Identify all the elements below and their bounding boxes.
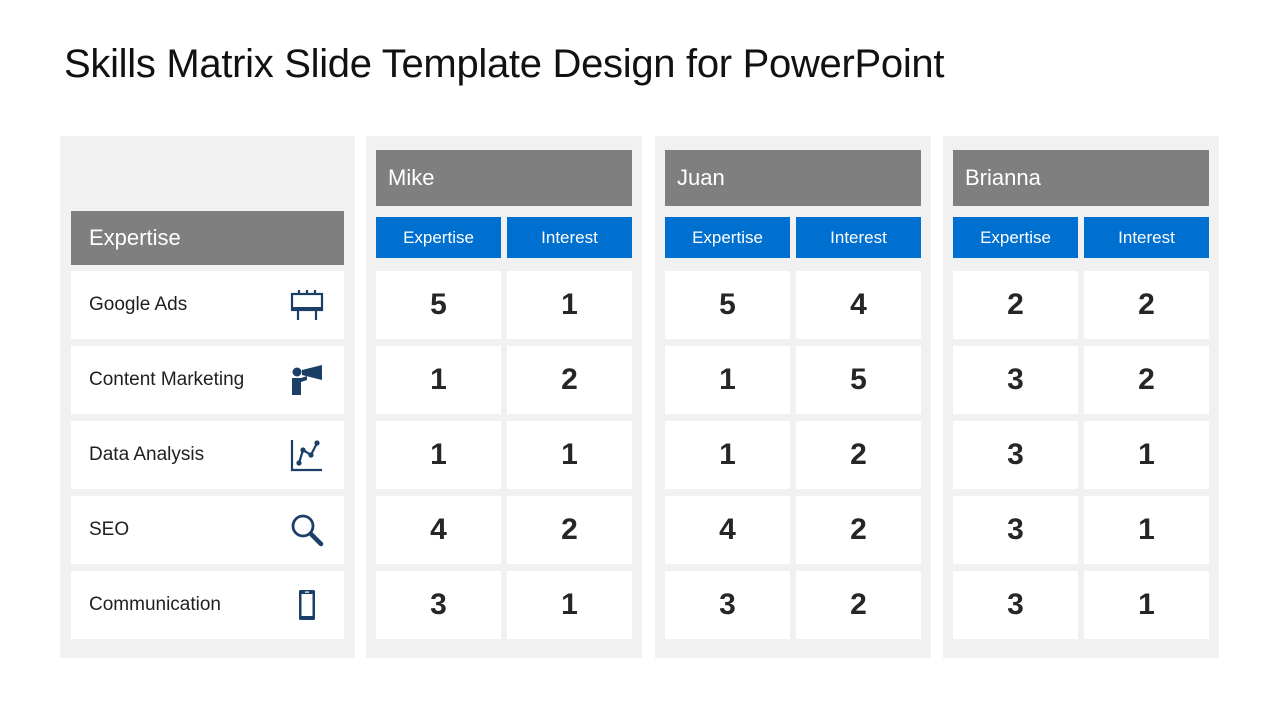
expertise-score-cell: 4: [665, 496, 790, 564]
interest-score-cell: 1: [507, 421, 632, 489]
expertise-score-cell: 1: [665, 346, 790, 414]
expertise-score-cell: 4: [376, 496, 501, 564]
interest-column-header: Interest: [507, 217, 632, 258]
person-panel-juan: Juan Expertise Interest 5 4 1 5 1 2 4 2 3 2: [655, 136, 931, 658]
expertise-score-cell: 3: [665, 571, 790, 639]
expertise-score-cell: 3: [953, 346, 1078, 414]
smartphone-icon: [290, 588, 324, 622]
interest-score-cell: 2: [1084, 271, 1209, 339]
interest-score-cell: 2: [507, 346, 632, 414]
person-panel-brianna: Brianna Expertise Interest 2 2 3 2 3 1 3 1 3 1: [943, 136, 1219, 658]
interest-column-header: Interest: [1084, 217, 1209, 258]
expertise-score-cell: 1: [376, 421, 501, 489]
interest-score-cell: 5: [796, 346, 921, 414]
expertise-score-cell: 5: [665, 271, 790, 339]
interest-score-cell: 1: [1084, 571, 1209, 639]
expertise-column-header: Expertise: [665, 217, 790, 258]
skill-row-data-analysis: Data Analysis: [71, 421, 344, 489]
interest-score-cell: 1: [1084, 496, 1209, 564]
skill-row-google-ads: Google Ads: [71, 271, 344, 339]
person-name-header: Brianna: [953, 150, 1209, 206]
expertise-score-cell: 3: [953, 571, 1078, 639]
expertise-column-header: Expertise: [953, 217, 1078, 258]
skill-row-communication: Communication: [71, 571, 344, 639]
slide-title: Skills Matrix Slide Template Design for …: [64, 42, 945, 86]
interest-score-cell: 1: [1084, 421, 1209, 489]
skill-label: SEO: [89, 519, 130, 540]
person-panel-mike: Mike Expertise Interest 5 1 1 2 1 1 4 2 3 1: [366, 136, 642, 658]
billboard-icon: [290, 288, 324, 322]
skill-label: Data Analysis: [89, 444, 205, 465]
skill-label: Google Ads: [89, 294, 188, 315]
interest-score-cell: 2: [507, 496, 632, 564]
skills-header: Expertise: [71, 211, 344, 265]
skill-label: Communication: [89, 594, 221, 615]
interest-score-cell: 1: [507, 571, 632, 639]
expertise-score-cell: 3: [376, 571, 501, 639]
interest-score-cell: 2: [796, 421, 921, 489]
interest-score-cell: 2: [796, 496, 921, 564]
megaphone-person-icon: [290, 363, 324, 397]
person-name-header: Juan: [665, 150, 921, 206]
interest-column-header: Interest: [796, 217, 921, 258]
expertise-score-cell: 1: [665, 421, 790, 489]
expertise-score-cell: 2: [953, 271, 1078, 339]
interest-score-cell: 4: [796, 271, 921, 339]
expertise-score-cell: 5: [376, 271, 501, 339]
skill-row-seo: SEO: [71, 496, 344, 564]
interest-score-cell: 1: [507, 271, 632, 339]
line-chart-icon: [290, 438, 324, 472]
magnifier-icon: [290, 513, 324, 547]
expertise-score-cell: 3: [953, 421, 1078, 489]
expertise-score-cell: 3: [953, 496, 1078, 564]
expertise-column-header: Expertise: [376, 217, 501, 258]
skill-label: Content Marketing: [89, 369, 245, 390]
interest-score-cell: 2: [1084, 346, 1209, 414]
skills-panel: Expertise Google Ads Content Marketing D…: [60, 136, 355, 658]
expertise-score-cell: 1: [376, 346, 501, 414]
interest-score-cell: 2: [796, 571, 921, 639]
skill-row-content-marketing: Content Marketing: [71, 346, 344, 414]
person-name-header: Mike: [376, 150, 632, 206]
